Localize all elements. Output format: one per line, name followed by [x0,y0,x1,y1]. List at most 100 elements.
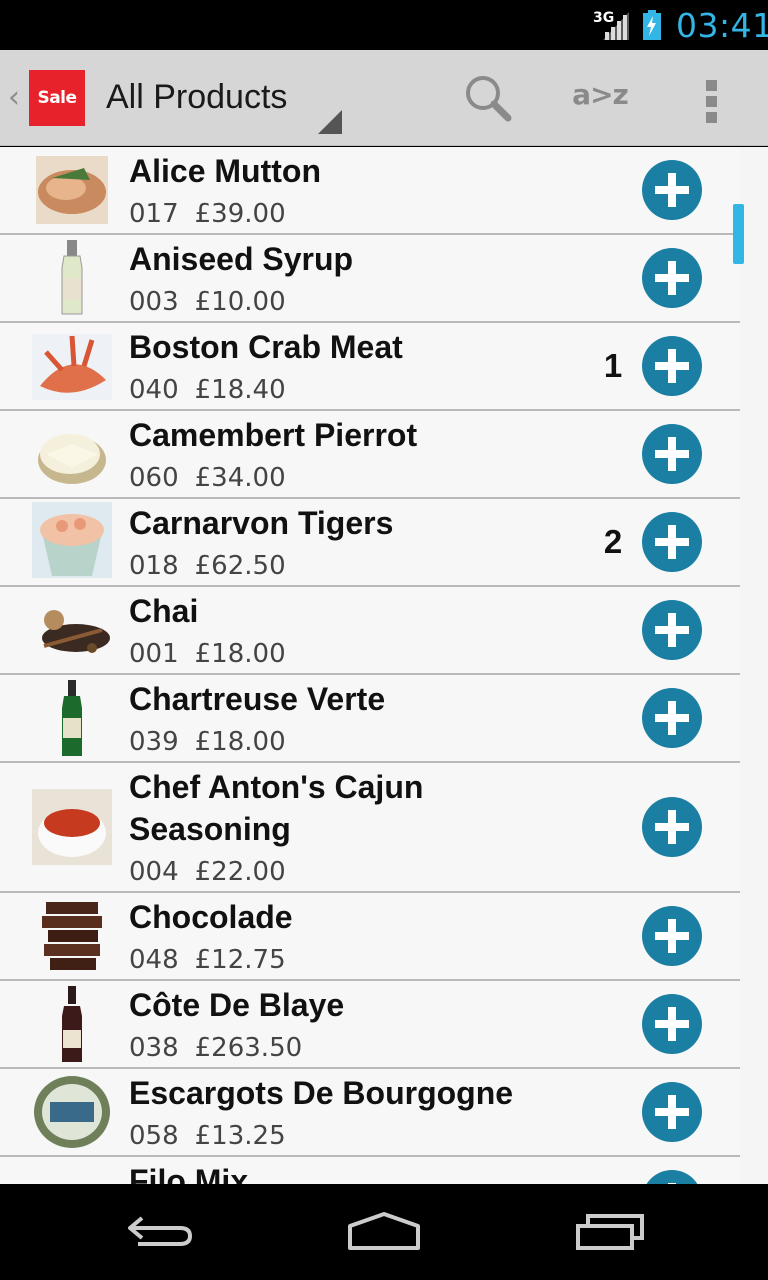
product-name: Chai [129,593,199,629]
spice-bowl-icon [32,789,112,865]
product-code: 001 [129,639,179,669]
roast-meat-icon [36,156,108,224]
overflow-dot [706,112,717,123]
product-code: 038 [129,1033,179,1063]
add-to-cart-button[interactable] [641,1169,703,1184]
add-to-cart-button[interactable] [641,159,703,221]
product-row[interactable]: Chai 001 £18.00 [0,587,740,675]
add-to-cart-button[interactable] [641,993,703,1055]
add-circle-icon [642,688,702,748]
product-row[interactable]: Aniseed Syrup 003 £10.00 [0,235,740,323]
product-price: £13.25 [194,1121,286,1151]
product-code-price: 001 £18.00 [129,639,286,669]
product-list[interactable]: Alice Mutton 017 £39.00 Aniseed Syrup 003 £10… [0,147,768,1184]
filo-icon [32,1160,112,1184]
prawn-cocktail-icon [32,502,112,578]
cheese-icon [38,434,106,484]
product-code-price: 058 £13.25 [129,1121,286,1151]
add-to-cart-button[interactable] [641,1081,703,1143]
product-row[interactable]: Carnarvon Tigers 018 £62.50 2 [0,499,740,587]
product-thumbnail [32,414,112,494]
category-spinner[interactable]: All Products [106,78,287,117]
product-thumbnail [32,150,112,230]
product-name: Carnarvon Tigers [129,505,394,541]
status-bar: 3G 03:41 [0,0,768,50]
add-to-cart-button[interactable] [641,247,703,309]
product-thumbnail [32,1072,112,1152]
product-row[interactable]: Boston Crab Meat 040 £18.40 1 [0,323,740,411]
scrollbar-thumb[interactable] [733,204,744,264]
product-name: Chartreuse Verte [129,681,386,717]
product-row[interactable]: Filo Mix [0,1157,740,1184]
product-name: Chocolade [129,899,293,935]
escargot-tin-icon [34,1076,110,1148]
add-to-cart-button[interactable] [641,905,703,967]
product-name: Escargots De Bourgogne [129,1075,514,1111]
search-icon [466,76,512,122]
product-row[interactable]: Camembert Pierrot 060 £34.00 [0,411,740,499]
product-price: £22.00 [194,857,286,887]
product-thumbnail [32,502,112,582]
product-name: Côte De Blaye [129,987,345,1023]
sort-button[interactable]: a>z [565,78,635,118]
spinner-dropdown-icon[interactable] [318,110,342,134]
battery-charging-icon [642,10,662,40]
product-price: £39.00 [194,199,286,229]
product-code: 060 [129,463,179,493]
add-to-cart-button[interactable] [641,511,703,573]
signal-bars-icon: 3G [593,10,631,40]
home-icon[interactable] [346,1212,422,1252]
add-circle-icon [642,600,702,660]
app-logo[interactable]: Sale [29,70,85,126]
product-thumbnail [32,1160,112,1184]
action-bar: ‹ Sale All Products a>z [0,50,768,146]
search-button[interactable] [458,72,518,124]
cart-quantity: 2 [603,523,623,560]
product-row[interactable]: Chartreuse Verte 039 £18.00 [0,675,740,763]
product-thumbnail [32,896,112,976]
product-thumbnail [32,238,112,318]
add-to-cart-button[interactable] [641,423,703,485]
product-price: £62.50 [194,551,286,581]
add-to-cart-button[interactable] [641,335,703,397]
product-row[interactable]: Escargots De Bourgogne 058 £13.25 [0,1069,740,1157]
add-to-cart-button[interactable] [641,687,703,749]
overflow-menu-icon [706,80,717,91]
product-code-price: 018 £62.50 [129,551,286,581]
product-row[interactable]: Côte De Blaye 038 £263.50 [0,981,740,1069]
product-name: Boston Crab Meat [129,329,403,365]
chocolate-icon [42,902,102,970]
recent-apps-icon[interactable] [574,1212,646,1252]
product-thumbnail [32,590,112,670]
product-code: 048 [129,945,179,975]
product-price: £10.00 [194,287,286,317]
product-price: £18.40 [194,375,286,405]
back-icon[interactable] [124,1212,196,1252]
product-code-price: 017 £39.00 [129,199,286,229]
product-thumbnail [32,678,112,758]
add-to-cart-button[interactable] [641,796,703,858]
up-navigation-icon[interactable]: ‹ [8,80,20,115]
overflow-dot [706,96,717,107]
product-price: £18.00 [194,639,286,669]
add-circle-icon [642,336,702,396]
product-row[interactable]: Chef Anton's Cajun Seasoning 004 £22.00 [0,763,740,893]
product-code: 004 [129,857,179,887]
product-name: Chef Anton's Cajun Seasoning [129,769,424,847]
overflow-menu-button[interactable] [694,74,730,126]
product-code-price: 048 £12.75 [129,945,286,975]
product-price: £12.75 [194,945,286,975]
status-clock: 03:41 [676,6,768,45]
product-row[interactable]: Alice Mutton 017 £39.00 [0,147,740,235]
product-code: 058 [129,1121,179,1151]
product-code: 040 [129,375,179,405]
product-code-price: 003 £10.00 [129,287,286,317]
add-circle-icon [642,160,702,220]
product-price: £34.00 [194,463,286,493]
add-circle-icon [642,248,702,308]
add-circle-icon [646,1170,698,1184]
product-code: 017 [129,199,179,229]
add-to-cart-button[interactable] [641,599,703,661]
product-thumbnail [32,984,112,1064]
product-row[interactable]: Chocolade 048 £12.75 [0,893,740,981]
